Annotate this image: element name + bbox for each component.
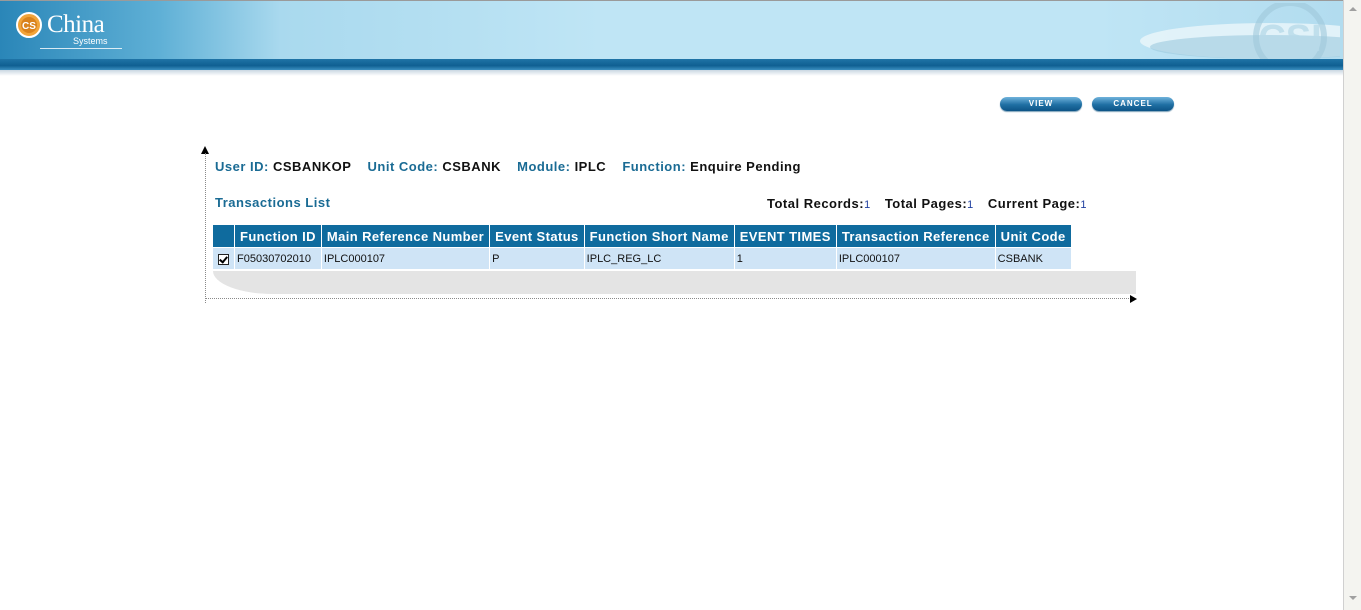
total-pages-value: 1 (967, 199, 974, 211)
logo-title: China (47, 11, 105, 38)
user-id-value: CSBANKOP (272, 159, 352, 174)
context-info: User ID: CSBANKOP Unit Code: CSBANK Modu… (215, 159, 813, 174)
function-value: Enquire Pending (690, 159, 801, 174)
cancel-button[interactable]: CANCEL (1092, 97, 1174, 111)
header-stripe (0, 59, 1343, 70)
total-records-label: Total Records: (767, 196, 865, 211)
scroll-down-icon[interactable] (1346, 592, 1359, 605)
column-header[interactable]: Function ID (234, 225, 322, 248)
scroll-up-icon[interactable] (1346, 3, 1359, 16)
total-pages-label: Total Pages: (884, 196, 968, 211)
module-label: Module: (517, 159, 571, 174)
table-row[interactable]: F05030702010 IPLC000107 P IPLC_REG_LC 1 … (213, 247, 1071, 269)
deco-mark-text: CSI (1258, 18, 1321, 60)
vertical-scrollbar[interactable] (1343, 0, 1361, 610)
unit-code-label: Unit Code: (367, 159, 439, 174)
table-cell: P (489, 247, 585, 269)
column-header[interactable]: Unit Code (995, 225, 1071, 248)
table-cell: 1 (734, 247, 837, 269)
header-shadow (0, 70, 1343, 76)
function-label: Function: (622, 159, 687, 174)
view-button[interactable]: VIEW (1000, 97, 1082, 111)
content-frame-bottom (205, 298, 1131, 299)
current-page-label: Current Page: (987, 196, 1081, 211)
pagination-summary: Total Records:1 Total Pages:1 Current Pa… (767, 196, 1097, 211)
transactions-table: Function ID Main Reference Number Event … (213, 225, 1071, 269)
user-id-label: User ID: (215, 159, 269, 174)
module-value: IPLC (574, 159, 607, 174)
table-cell: F05030702010 (234, 247, 322, 269)
total-records-value: 1 (864, 199, 871, 211)
logo-badge-text: CS (22, 21, 36, 32)
table-cell: IPLC_REG_LC (584, 247, 735, 269)
arrow-right-icon (1130, 295, 1137, 303)
transactions-list-title: Transactions List (215, 195, 331, 210)
column-header[interactable]: Event Status (489, 225, 585, 248)
table-cell: CSBANK (995, 247, 1071, 269)
table-cell: IPLC000107 (836, 247, 996, 269)
table-cell: IPLC000107 (321, 247, 491, 269)
column-header[interactable]: Main Reference Number (321, 225, 491, 248)
content-frame-left (205, 153, 206, 303)
column-header[interactable]: Function Short Name (584, 225, 735, 248)
column-header[interactable]: EVENT TIMES (734, 225, 837, 248)
column-header[interactable]: Transaction Reference (836, 225, 996, 248)
current-page-value: 1 (1080, 199, 1087, 211)
logo-subtitle: Systems (73, 36, 108, 46)
header-banner: CS China Systems CSI (0, 1, 1343, 74)
unit-code-value: CSBANK (442, 159, 501, 174)
app-window: CS China Systems CSI VIEW CANCEL User ID… (0, 0, 1343, 610)
row-checkbox[interactable] (218, 253, 229, 265)
table-header-row: Function ID Main Reference Number Event … (213, 225, 1071, 248)
table-footer (213, 271, 1136, 294)
row-select-cell[interactable] (213, 247, 235, 269)
logo-underline (40, 48, 122, 49)
select-column-header (213, 225, 235, 248)
